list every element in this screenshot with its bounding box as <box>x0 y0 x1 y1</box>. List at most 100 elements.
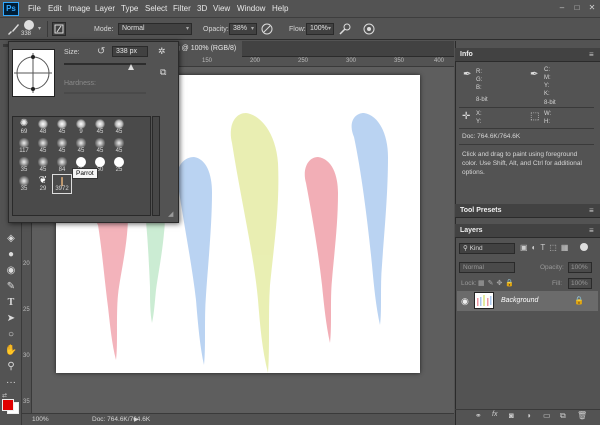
menu-filter[interactable]: Filter <box>173 4 191 13</box>
zoom-level[interactable]: 100% <box>32 416 49 423</box>
tool-presets-menu-icon[interactable]: ≡ <box>589 206 595 215</box>
ellipse-tool-icon[interactable]: ○ <box>3 328 19 342</box>
brush-tile[interactable]: 45 <box>34 156 52 174</box>
new-group-icon[interactable]: ▭ <box>543 411 551 420</box>
foreground-color-swatch[interactable] <box>2 399 14 411</box>
blur-tool-icon[interactable]: ● <box>3 248 19 262</box>
zoom-tool-icon[interactable]: ⚲ <box>3 360 19 374</box>
brush-tile[interactable]: 117 <box>15 137 33 155</box>
adjustment-layer-icon[interactable]: ◑ <box>526 411 531 420</box>
layer-thumbnail[interactable] <box>474 292 494 309</box>
fill-field[interactable]: 100% <box>568 278 592 289</box>
brush-tile[interactable]: 45 <box>34 137 52 155</box>
brush-tile[interactable]: ✺ 69 <box>15 118 33 136</box>
eyedropper-rgb-icon[interactable]: ✒ <box>463 69 471 80</box>
layer-opacity-field[interactable]: 100% <box>568 262 592 273</box>
brush-size-label: 45 <box>115 129 123 135</box>
brush-tile[interactable]: ❦ 29 <box>34 175 52 193</box>
menu-3d[interactable]: 3D <box>197 4 207 13</box>
picker-gear-icon[interactable]: ✲ <box>158 46 166 57</box>
new-layer-icon[interactable]: ⧉ <box>560 411 566 421</box>
menu-window[interactable]: Window <box>237 4 265 13</box>
close-button[interactable]: ✕ <box>587 3 597 13</box>
layers-panel-title[interactable]: Layers <box>460 227 483 234</box>
opacity-field[interactable]: 38% ▾ <box>229 23 257 35</box>
brush-tile[interactable]: 25 <box>110 156 128 174</box>
eyedropper-cmyk-icon[interactable]: ✒ <box>530 69 538 80</box>
layer-kind-filter[interactable]: ⚲ Kind <box>459 243 515 254</box>
layer-style-icon[interactable]: fx <box>492 411 497 418</box>
menu-type[interactable]: Type <box>121 4 138 13</box>
filter-toggle-icon[interactable] <box>580 243 588 251</box>
menu-edit[interactable]: Edit <box>48 4 62 13</box>
ruler-tick: 250 <box>298 58 309 64</box>
layer-filter-icons[interactable]: ▣◐T⬚▦ <box>520 243 572 252</box>
brush-tile[interactable]: 84 <box>53 156 71 174</box>
brush-tile[interactable]: 45 <box>91 118 109 136</box>
flow-field[interactable]: 100% ▾ <box>306 23 334 35</box>
menu-select[interactable]: Select <box>145 4 167 13</box>
brush-tile[interactable]: 35 <box>15 156 33 174</box>
status-chevron-icon[interactable]: ▶ <box>134 416 139 423</box>
brush-tile[interactable]: ❙ 3972 <box>52 174 72 194</box>
hand-tool-icon[interactable]: ✋ <box>3 344 19 358</box>
tool-presets-title[interactable]: Tool Presets <box>460 207 502 214</box>
visibility-eye-icon[interactable]: ◉ <box>461 296 469 307</box>
menu-help[interactable]: Help <box>272 4 288 13</box>
size-slider-thumb[interactable] <box>128 64 134 70</box>
layers-panel-menu-icon[interactable]: ≡ <box>589 226 595 235</box>
brush-panel-toggle-icon[interactable] <box>52 22 66 36</box>
brush-tile[interactable]: 45 <box>110 118 128 136</box>
pressure-opacity-icon[interactable] <box>260 22 274 36</box>
add-mask-icon[interactable]: ◙ <box>509 411 514 420</box>
brush-tool-icon[interactable] <box>6 22 20 36</box>
layer-name[interactable]: Background <box>501 297 538 304</box>
brush-tile[interactable]: 45 <box>91 137 109 155</box>
wh-readout: W: H: <box>544 110 551 126</box>
brush-tip-preview[interactable] <box>12 49 55 97</box>
resize-grip-icon[interactable]: ◢ <box>168 210 173 218</box>
maximize-button[interactable]: □ <box>572 3 582 13</box>
swap-colors-icon[interactable]: ⇄ <box>2 392 7 399</box>
splatter-brush-icon: ✺ <box>19 118 29 129</box>
menu-layer[interactable]: Layer <box>95 4 115 13</box>
brush-tile[interactable]: 45 <box>110 137 128 155</box>
path-selection-tool-icon[interactable]: ➤ <box>3 312 19 326</box>
minimize-button[interactable]: – <box>557 3 567 13</box>
brush-grid-scrollbar[interactable] <box>152 116 160 216</box>
brush-size-label: 45 <box>39 148 47 154</box>
type-tool-icon[interactable]: T <box>3 296 19 310</box>
brush-tile[interactable]: 45 <box>72 137 90 155</box>
link-layers-icon[interactable]: ⚭ <box>475 411 482 420</box>
info-panel-menu-icon[interactable]: ≡ <box>589 50 595 59</box>
brush-size-label: 35 <box>20 167 28 173</box>
menu-image[interactable]: Image <box>68 4 90 13</box>
menu-view[interactable]: View <box>213 4 230 13</box>
mode-dropdown[interactable]: Normal ▾ <box>118 23 192 35</box>
brush-tile[interactable]: 45 <box>53 137 71 155</box>
hardness-slider-track[interactable] <box>64 92 146 94</box>
more-tools-icon[interactable]: ··· <box>3 376 19 390</box>
lock-label: Lock: <box>461 280 477 287</box>
new-preset-icon[interactable]: ⧉ <box>160 67 166 78</box>
delete-layer-icon[interactable]: 🗑 <box>577 411 587 420</box>
h-label: H: <box>544 119 550 125</box>
size-input[interactable]: 338 px <box>112 46 148 57</box>
brush-preset-dot-icon[interactable] <box>24 20 34 30</box>
lock-icons[interactable]: ▦✎✥🔒 <box>478 279 517 287</box>
brush-size-label: 35 <box>20 186 28 192</box>
blend-mode-dropdown[interactable]: Normal <box>459 262 515 273</box>
dodge-tool-icon[interactable]: ◉ <box>3 264 19 278</box>
airbrush-icon[interactable] <box>338 22 352 36</box>
info-panel-title[interactable]: Info <box>460 51 473 58</box>
pressure-size-icon[interactable] <box>362 22 376 36</box>
menu-file[interactable]: File <box>28 4 41 13</box>
brush-preset-chevron-icon[interactable]: ▾ <box>38 25 41 32</box>
reset-size-icon[interactable]: ↺ <box>97 46 105 57</box>
brush-tile[interactable]: 45 <box>53 118 71 136</box>
brush-tile[interactable]: 35 <box>15 175 33 193</box>
paint-bucket-tool-icon[interactable]: ◈ <box>3 232 19 246</box>
brush-tile[interactable]: 48 <box>34 118 52 136</box>
pen-tool-icon[interactable]: ✎ <box>3 280 19 294</box>
brush-tile[interactable]: 9 <box>72 118 90 136</box>
